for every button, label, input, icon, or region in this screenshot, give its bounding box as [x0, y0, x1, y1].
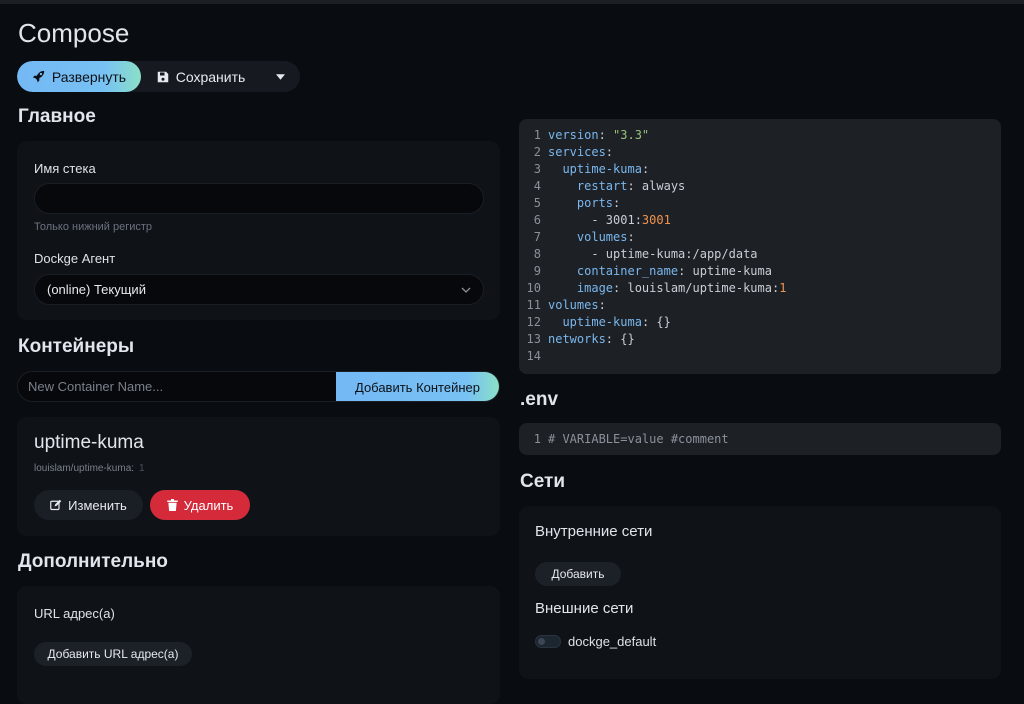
code-text: - 3001:3001	[548, 213, 671, 227]
line-number: 13	[526, 332, 541, 346]
code-text: ports:	[576, 196, 621, 210]
code-line: 14	[519, 348, 1001, 365]
agent-selected-value: (online) Текущий	[47, 282, 146, 297]
add-network-button[interactable]: Добавить	[535, 562, 621, 586]
caret-down-icon	[275, 73, 285, 80]
env-editor[interactable]: 1 # VARIABLE=value #comment	[519, 423, 1001, 455]
floppy-disk-icon	[157, 71, 168, 82]
general-section-title: Главное	[18, 106, 96, 127]
add-container-group: Добавить Контейнер	[17, 371, 500, 402]
compose-action-bar: Развернуть Сохранить	[17, 61, 300, 92]
code-text: restart: always	[576, 179, 686, 193]
line-number: 5	[533, 196, 541, 210]
external-networks-title: Внешние сети	[535, 600, 634, 617]
delete-container-button[interactable]: Удалить	[150, 490, 250, 520]
line-number: 10	[526, 281, 541, 295]
code-text: container_name: uptime-kuma	[576, 264, 772, 278]
code-line: 11 volumes:	[519, 297, 1001, 314]
code-text: version: "3.3"	[548, 128, 650, 142]
add-container-button[interactable]: Добавить Контейнер	[336, 372, 499, 401]
window-top-bar	[0, 0, 1024, 4]
save-options-dropdown[interactable]	[261, 61, 299, 92]
rocket-icon	[32, 70, 45, 83]
code-line: 5 ports:	[519, 195, 1001, 212]
delete-label: Удалить	[183, 497, 234, 513]
line-number: 14	[526, 349, 541, 363]
network-toggle-dockge-default[interactable]	[535, 635, 561, 648]
general-card: Имя стека Только нижний регистр Dockge А…	[17, 141, 500, 320]
line-number: 1	[533, 432, 541, 446]
env-section-title: .env	[520, 389, 559, 410]
network-name: dockge_default	[568, 634, 657, 649]
code-text: image: louislam/uptime-kuma:1	[576, 281, 787, 295]
line-number: 2	[533, 145, 541, 159]
networks-section-title: Сети	[520, 471, 566, 492]
line-number: 1	[533, 128, 541, 142]
code-text: # VARIABLE=value #comment	[548, 432, 729, 446]
code-text: volumes:	[576, 230, 635, 244]
code-line: 1 # VARIABLE=value #comment	[519, 431, 1001, 448]
containers-section-title: Контейнеры	[18, 336, 135, 357]
line-number: 9	[533, 264, 541, 278]
code-line: 3 uptime-kuma:	[519, 161, 1001, 178]
container-card: uptime-kuma louislam/uptime-kuma: 1 Измен…	[17, 417, 500, 536]
code-line: 10 image: louislam/uptime-kuma:1	[519, 280, 1001, 297]
line-number: 12	[526, 315, 541, 329]
code-line: 1 version: "3.3"	[519, 127, 1001, 144]
extra-section-title: Дополнительно	[18, 551, 168, 572]
code-line: 12 uptime-kuma: {}	[519, 314, 1001, 331]
line-number: 11	[526, 298, 541, 312]
new-container-name-input[interactable]	[18, 372, 336, 401]
save-button[interactable]: Сохранить	[141, 61, 261, 92]
container-image: louislam/uptime-kuma: 1	[34, 463, 145, 474]
code-text: - uptime-kuma:/app/data	[548, 247, 758, 261]
line-number: 3	[533, 162, 541, 176]
line-number: 6	[533, 213, 541, 227]
agent-label: Dockge Агент	[34, 251, 116, 266]
save-label: Сохранить	[175, 68, 246, 85]
chevron-down-icon	[461, 287, 471, 293]
code-text: networks: {}	[548, 332, 635, 346]
code-line: 4 restart: always	[519, 178, 1001, 195]
code-text: services:	[548, 145, 614, 159]
networks-card: Внутренние сети Добавить Внешние сети do…	[519, 506, 1001, 679]
stack-name-label: Имя стека	[34, 161, 96, 176]
compose-yaml-editor[interactable]: 1 version: "3.3" 2 services: 3 uptime-kuma: 4…	[519, 119, 1001, 374]
url-label: URL адрес(а)	[34, 606, 115, 621]
line-number: 4	[533, 179, 541, 193]
deploy-button[interactable]: Развернуть	[17, 61, 141, 92]
container-image-name: louislam/uptime-kuma:	[34, 463, 135, 474]
code-line: 13 networks: {}	[519, 331, 1001, 348]
code-text: uptime-kuma:	[562, 162, 650, 176]
stack-name-hint: Только нижний регистр	[34, 221, 153, 233]
deploy-label: Развернуть	[51, 68, 127, 85]
internal-networks-title: Внутренние сети	[535, 523, 653, 540]
code-text: volumes:	[548, 298, 606, 312]
container-name: uptime-kuma	[34, 432, 144, 453]
page-title: Compose	[18, 18, 130, 48]
edit-label: Изменить	[68, 497, 127, 513]
code-line: 9 container_name: uptime-kuma	[519, 263, 1001, 280]
code-line: 7 volumes:	[519, 229, 1001, 246]
agent-select[interactable]: (online) Текущий	[34, 274, 484, 305]
container-image-tag: 1	[139, 463, 145, 474]
edit-icon	[50, 499, 62, 511]
code-line: 2 services:	[519, 144, 1001, 161]
code-text: uptime-kuma: {}	[562, 315, 671, 329]
edit-container-button[interactable]: Изменить	[34, 490, 143, 520]
stack-name-input[interactable]	[34, 183, 484, 214]
add-url-button[interactable]: Добавить URL адрес(а)	[34, 642, 192, 666]
line-number: 8	[533, 247, 541, 261]
line-number: 7	[533, 230, 541, 244]
code-line: 6 - 3001:3001	[519, 212, 1001, 229]
extra-card: URL адрес(а) Добавить URL адрес(а)	[17, 586, 500, 704]
trash-icon	[166, 499, 178, 511]
code-line: 8 - uptime-kuma:/app/data	[519, 246, 1001, 263]
